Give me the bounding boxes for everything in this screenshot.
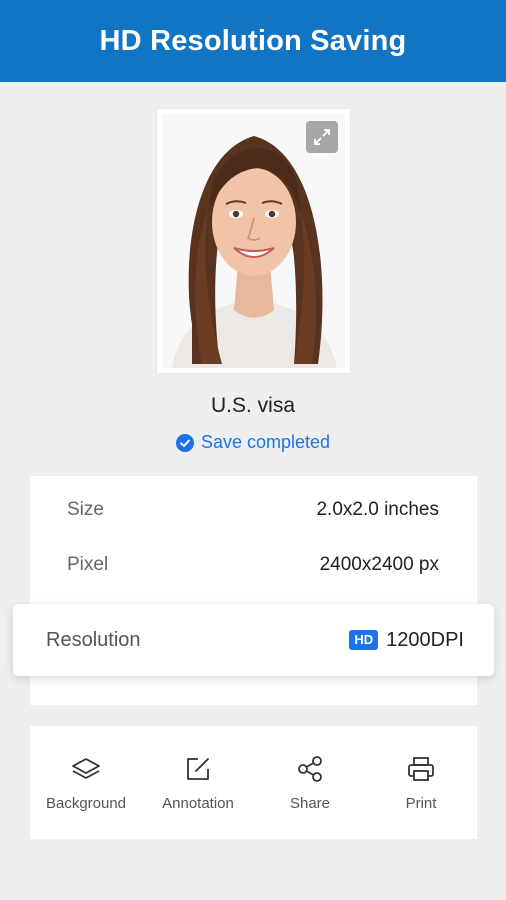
resolution-value-group: HD 1200DPI	[349, 629, 464, 652]
document-type-label: U.S. visa	[210, 394, 296, 417]
size-value: 2.0x2.0 inches	[316, 499, 439, 520]
size-label: Size	[67, 499, 104, 520]
resolution-row: Resolution HD 1200DPI	[13, 604, 494, 676]
background-button[interactable]: Background	[30, 726, 142, 839]
expand-icon	[314, 129, 330, 145]
resolution-value: 1200DPI	[386, 628, 464, 651]
pixel-row: Pixel 2400x2400 px	[30, 545, 477, 585]
printer-icon	[408, 757, 434, 781]
resolution-label: Resolution	[46, 628, 141, 651]
print-label: Print	[405, 795, 437, 812]
page-title: HD Resolution Saving	[99, 24, 407, 57]
share-button[interactable]: Share	[254, 726, 366, 839]
expand-button[interactable]	[306, 121, 338, 153]
layers-icon	[72, 758, 100, 779]
photo-preview-frame	[157, 109, 350, 373]
share-label: Share	[289, 795, 331, 812]
pixel-value: 2400x2400 px	[319, 554, 439, 575]
hd-badge: HD	[349, 630, 379, 650]
size-row: Size 2.0x2.0 inches	[30, 490, 477, 530]
actions-bar: Background Annotation Share Print	[30, 726, 477, 839]
app-header: HD Resolution Saving	[0, 0, 506, 82]
share-icon	[298, 756, 322, 782]
annotation-label: Annotation	[162, 795, 234, 812]
annotation-button[interactable]: Annotation	[142, 726, 254, 839]
save-status-text: Save completed	[200, 432, 331, 452]
edit-icon	[187, 758, 209, 780]
print-button[interactable]: Print	[365, 726, 477, 839]
background-label: Background	[45, 795, 127, 812]
pixel-label: Pixel	[67, 554, 109, 575]
check-circle-icon	[175, 433, 194, 452]
save-status: Save completed	[0, 432, 506, 453]
